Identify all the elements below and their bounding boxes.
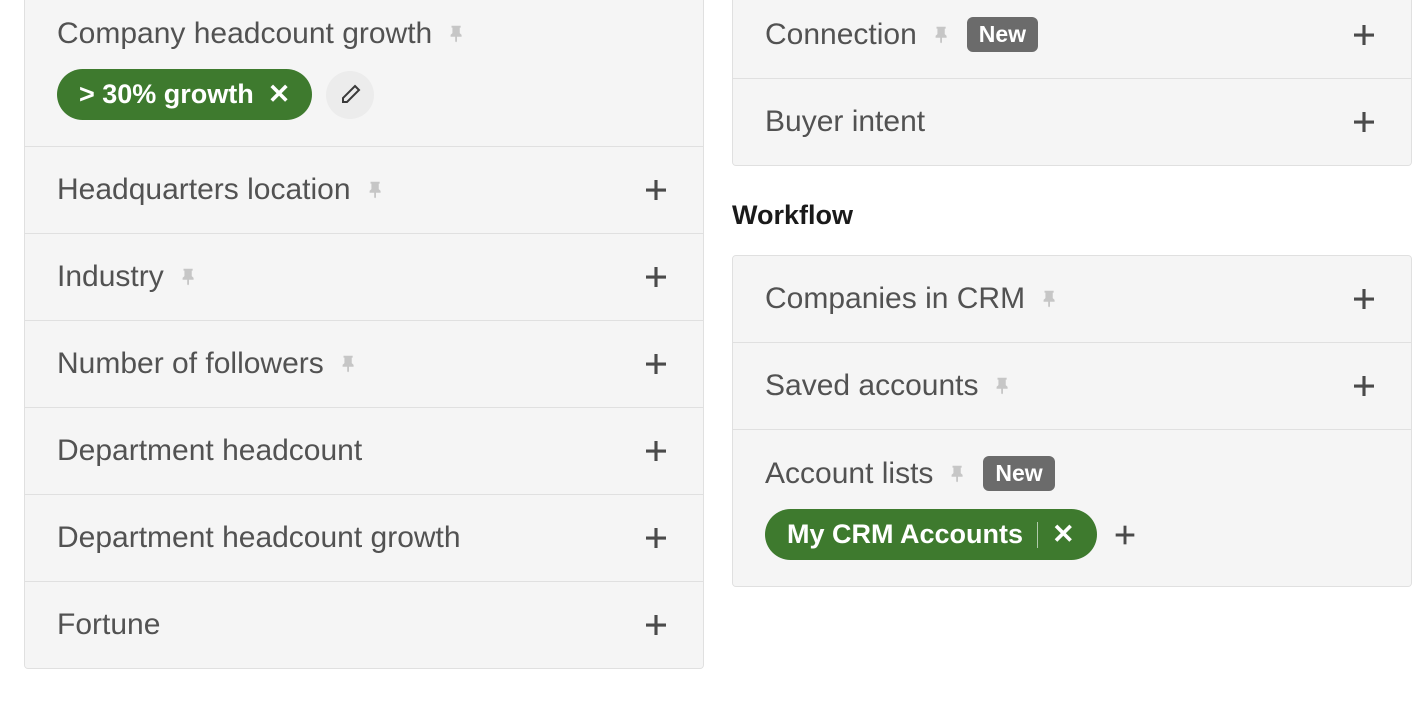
- add-icon[interactable]: [1349, 20, 1379, 50]
- filter-department-headcount[interactable]: Department headcount: [25, 408, 703, 495]
- filter-label: Buyer intent: [765, 105, 925, 139]
- chip-text: My CRM Accounts: [787, 519, 1023, 550]
- filter-chip[interactable]: > 30% growth ✕: [57, 69, 312, 120]
- filter-label: Connection: [765, 18, 917, 52]
- pin-icon: [931, 24, 953, 46]
- pin-icon: [947, 463, 969, 485]
- filter-label: Saved accounts: [765, 369, 978, 403]
- add-icon[interactable]: [1349, 284, 1379, 314]
- filter-label: Department headcount: [57, 434, 362, 468]
- filter-label: Company headcount growth: [57, 17, 432, 51]
- chip-remove-icon[interactable]: ✕: [268, 79, 291, 110]
- add-icon[interactable]: [1349, 371, 1379, 401]
- filter-department-headcount-growth[interactable]: Department headcount growth: [25, 495, 703, 582]
- filter-label: Fortune: [57, 608, 160, 642]
- add-icon[interactable]: [641, 523, 671, 553]
- pin-icon: [446, 23, 468, 45]
- edit-button[interactable]: [326, 71, 374, 119]
- chip-text: > 30% growth: [79, 79, 254, 110]
- filter-label: Headquarters location: [57, 173, 351, 207]
- add-icon[interactable]: [641, 610, 671, 640]
- pin-icon: [338, 353, 360, 375]
- filter-companies-in-crm[interactable]: Companies in CRM: [733, 256, 1411, 343]
- new-badge: New: [967, 17, 1038, 52]
- filter-label: Number of followers: [57, 347, 324, 381]
- filter-number-of-followers[interactable]: Number of followers: [25, 321, 703, 408]
- filter-label: Account lists: [765, 457, 933, 491]
- add-icon[interactable]: [641, 436, 671, 466]
- filter-label: Companies in CRM: [765, 282, 1025, 316]
- filter-company-headcount-growth[interactable]: Company headcount growth > 30% growth ✕: [25, 0, 703, 147]
- pin-icon: [1039, 288, 1061, 310]
- filter-industry[interactable]: Industry: [25, 234, 703, 321]
- filter-buyer-intent[interactable]: Buyer intent: [733, 79, 1411, 165]
- chip-remove-icon[interactable]: ✕: [1052, 519, 1075, 550]
- filter-connection[interactable]: Connection New: [733, 0, 1411, 79]
- add-icon[interactable]: [641, 349, 671, 379]
- add-icon[interactable]: [641, 262, 671, 292]
- filter-fortune[interactable]: Fortune: [25, 582, 703, 668]
- filter-label: Industry: [57, 260, 164, 294]
- chip-divider: [1037, 522, 1038, 548]
- add-icon[interactable]: [641, 175, 671, 205]
- section-title-workflow: Workflow: [732, 200, 1412, 231]
- pin-icon: [178, 266, 200, 288]
- filter-headquarters-location[interactable]: Headquarters location: [25, 147, 703, 234]
- new-badge: New: [983, 456, 1054, 491]
- add-icon[interactable]: [1111, 521, 1139, 549]
- filter-account-lists[interactable]: Account lists New My CRM Accounts ✕: [733, 430, 1411, 586]
- filter-chip[interactable]: My CRM Accounts ✕: [765, 509, 1097, 560]
- filter-saved-accounts[interactable]: Saved accounts: [733, 343, 1411, 430]
- add-icon[interactable]: [1349, 107, 1379, 137]
- filter-label: Department headcount growth: [57, 521, 461, 555]
- pin-icon: [992, 375, 1014, 397]
- pin-icon: [365, 179, 387, 201]
